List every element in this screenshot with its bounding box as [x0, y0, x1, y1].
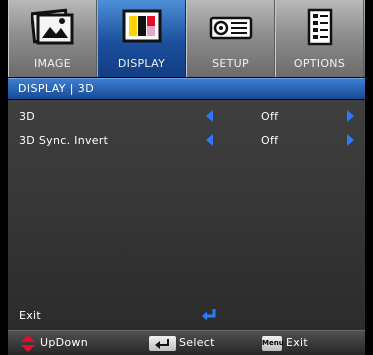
projector-icon: [208, 8, 254, 52]
tab-image-label: IMAGE: [33, 57, 72, 70]
tab-display-label: DISPLAY: [117, 57, 166, 70]
image-icon: [29, 8, 75, 52]
menu-row-3d-sync-invert[interactable]: 3D Sync. Invert Off: [8, 129, 365, 151]
menu-key-icon: Menu: [262, 336, 284, 351]
tab-setup[interactable]: SETUP: [186, 0, 275, 77]
breadcrumb: DISPLAY | 3D: [8, 78, 365, 99]
breadcrumb-text: DISPLAY | 3D: [18, 82, 95, 95]
help-bar: UpDown Select Menu Exit: [8, 330, 365, 355]
tab-setup-label: SETUP: [212, 57, 249, 70]
osd-menu: IMAGE DISPLAY SETUP OPTIONS DISPLAY | 3D…: [0, 0, 373, 355]
menu-row-label: 3D Sync. Invert: [19, 134, 109, 147]
menu-row-value: Off: [261, 110, 279, 123]
arrow-right-icon[interactable]: [347, 110, 354, 122]
menu-row-3d[interactable]: 3D Off: [8, 105, 365, 127]
arrow-left-icon[interactable]: [206, 134, 213, 146]
tab-image[interactable]: IMAGE: [8, 0, 97, 77]
menu-row-value: Off: [261, 134, 279, 147]
arrow-left-icon[interactable]: [206, 110, 213, 122]
arrow-right-icon[interactable]: [347, 134, 354, 146]
tab-options[interactable]: OPTIONS: [275, 0, 364, 77]
options-icon: [305, 8, 335, 52]
enter-key-icon: [149, 336, 176, 351]
updown-label: UpDown: [40, 336, 89, 349]
select-label: Select: [179, 336, 215, 349]
menu-row-exit[interactable]: Exit: [8, 304, 365, 326]
exit-help-label: Exit: [286, 336, 309, 349]
enter-icon: [201, 307, 217, 326]
menu-body: 3D Off 3D Sync. Invert Off Exit: [8, 100, 365, 330]
updown-key-icon: [20, 335, 36, 355]
tab-bar: IMAGE DISPLAY SETUP OPTIONS: [8, 0, 365, 77]
display-icon: [121, 8, 163, 52]
exit-label: Exit: [19, 309, 42, 322]
menu-row-label: 3D: [19, 110, 36, 123]
tab-display[interactable]: DISPLAY: [97, 0, 186, 77]
tab-options-label: OPTIONS: [293, 57, 346, 70]
